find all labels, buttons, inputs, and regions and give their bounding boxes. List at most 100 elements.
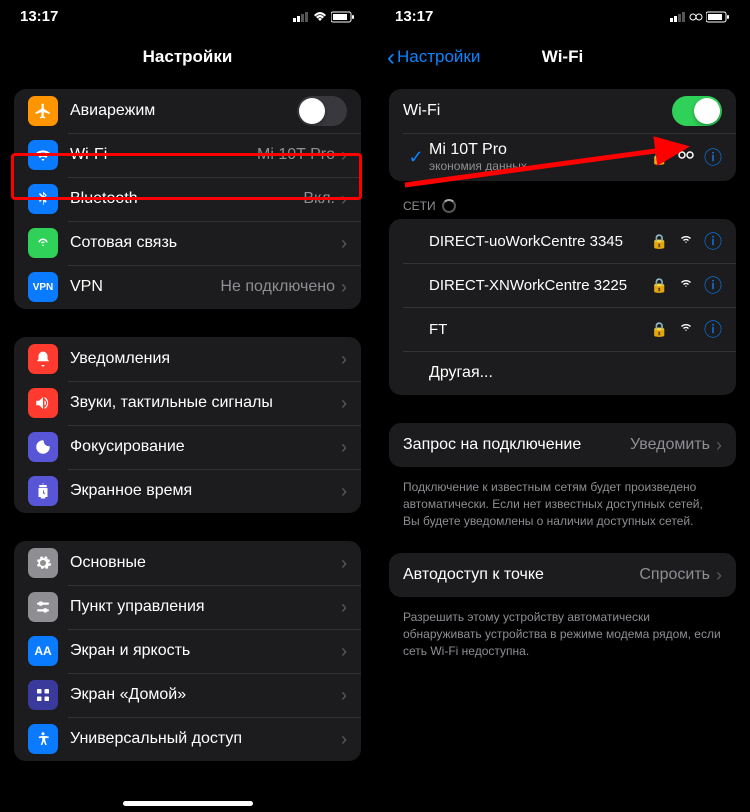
network-sub: экономия данных	[429, 159, 651, 173]
row-network[interactable]: DIRECT-uoWorkCentre 3345 🔒 ⓘ	[389, 219, 736, 263]
row-home-screen[interactable]: Экран «Домой» ›	[14, 673, 361, 717]
notifications-icon	[28, 344, 58, 374]
row-network[interactable]: FT 🔒 ⓘ	[389, 307, 736, 351]
chevron-right-icon: ›	[341, 233, 347, 254]
chevron-right-icon: ›	[341, 145, 347, 166]
network-icons: 🔒 ⓘ	[651, 144, 722, 170]
row-connected-network[interactable]: ✓ Mi 10T Pro экономия данных 🔒 ⓘ	[389, 133, 736, 181]
home-icon	[28, 680, 58, 710]
row-control-center[interactable]: Пункт управления ›	[14, 585, 361, 629]
row-focus[interactable]: Фокусирование ›	[14, 425, 361, 469]
row-auto-hotspot[interactable]: Автодоступ к точке Спросить ›	[389, 553, 736, 597]
row-display[interactable]: AA Экран и яркость ›	[14, 629, 361, 673]
row-wifi[interactable]: Wi-Fi Mi 10T Pro ›	[14, 133, 361, 177]
status-bar: 13:17	[375, 0, 750, 29]
status-time: 13:17	[395, 8, 433, 25]
header: ‹ Настройки Wi-Fi	[375, 29, 750, 89]
info-icon[interactable]: ⓘ	[704, 316, 722, 342]
row-label: Wi-Fi	[70, 146, 257, 164]
row-accessibility[interactable]: Универсальный доступ ›	[14, 717, 361, 761]
status-icons	[670, 11, 730, 23]
network-name: DIRECT-uoWorkCentre 3345	[429, 233, 651, 250]
row-label: Экран «Домой»	[70, 686, 341, 704]
link-icon	[678, 148, 694, 166]
chevron-right-icon: ›	[341, 481, 347, 502]
ask-group: Запрос на подключение Уведомить ›	[389, 423, 736, 467]
bluetooth-icon	[28, 184, 58, 214]
wifi-icon	[28, 140, 58, 170]
ask-label: Запрос на подключение	[403, 436, 630, 454]
vpn-icon: VPN	[28, 272, 58, 302]
display-icon: AA	[28, 636, 58, 666]
info-icon[interactable]: ⓘ	[704, 272, 722, 298]
row-notifications[interactable]: Уведомления ›	[14, 337, 361, 381]
back-label: Настройки	[397, 47, 480, 67]
row-label: Экранное время	[70, 482, 341, 500]
row-label: Основные	[70, 554, 341, 572]
hotspot-label: Автодоступ к точке	[403, 566, 639, 584]
row-vpn[interactable]: VPN VPN Не подключено ›	[14, 265, 361, 309]
status-time: 13:17	[20, 8, 58, 25]
ask-value: Уведомить	[630, 436, 710, 454]
general-icon	[28, 548, 58, 578]
row-cellular[interactable]: Сотовая связь ›	[14, 221, 361, 265]
wifi-signal-icon	[678, 232, 694, 250]
row-ask-to-join[interactable]: Запрос на подключение Уведомить ›	[389, 423, 736, 467]
row-general[interactable]: Основные ›	[14, 541, 361, 585]
accessibility-icon	[28, 724, 58, 754]
row-other-network[interactable]: Другая...	[389, 351, 736, 395]
chevron-right-icon: ›	[716, 435, 722, 456]
ask-footer: Подключение к известным сетям будет прои…	[375, 473, 750, 529]
settings-group-notifications: Уведомления › Звуки, тактильные сигналы …	[14, 337, 361, 513]
wifi-main-group: Wi-Fi ✓ Mi 10T Pro экономия данных 🔒 ⓘ	[389, 89, 736, 181]
row-label: Сотовая связь	[70, 234, 341, 252]
row-label: Экран и яркость	[70, 642, 341, 660]
focus-icon	[28, 432, 58, 462]
wifi-toggle[interactable]	[672, 96, 722, 126]
row-wifi-toggle: Wi-Fi	[389, 89, 736, 133]
page-title: Настройки	[0, 47, 375, 67]
wifi-label: Wi-Fi	[403, 102, 672, 120]
chevron-right-icon: ›	[341, 553, 347, 574]
checkmark-icon: ✓	[403, 147, 429, 168]
row-screentime[interactable]: Экранное время ›	[14, 469, 361, 513]
cellular-icon	[28, 228, 58, 258]
sounds-icon	[28, 388, 58, 418]
row-bluetooth[interactable]: Bluetooth Вкл. ›	[14, 177, 361, 221]
chevron-right-icon: ›	[341, 393, 347, 414]
lock-icon: 🔒	[651, 233, 668, 250]
chevron-right-icon: ›	[341, 597, 347, 618]
airplane-icon	[28, 96, 58, 126]
info-icon[interactable]: ⓘ	[704, 228, 722, 254]
connected-info: Mi 10T Pro экономия данных	[429, 141, 651, 173]
chevron-right-icon: ›	[341, 685, 347, 706]
status-icons	[293, 11, 355, 23]
lock-icon: 🔒	[651, 149, 668, 166]
wifi-screen: 13:17 ‹ Настройки Wi-Fi Wi-Fi ✓ Mi 10T P…	[375, 0, 750, 812]
back-button[interactable]: ‹ Настройки	[387, 47, 480, 67]
row-value: Не подключено	[220, 278, 335, 296]
home-indicator[interactable]	[123, 801, 253, 806]
wifi-signal-icon	[678, 276, 694, 294]
network-name: FT	[429, 321, 651, 338]
row-network[interactable]: DIRECT-XNWorkCentre 3225 🔒 ⓘ	[389, 263, 736, 307]
info-icon[interactable]: ⓘ	[704, 144, 722, 170]
chevron-left-icon: ‹	[387, 49, 395, 66]
chevron-right-icon: ›	[341, 729, 347, 750]
lock-icon: 🔒	[651, 321, 668, 338]
settings-group-connectivity: Авиарежим Wi-Fi Mi 10T Pro › Bluetooth В…	[14, 89, 361, 309]
chevron-right-icon: ›	[341, 277, 347, 298]
hotspot-value: Спросить	[639, 566, 710, 584]
wifi-signal-icon	[678, 320, 694, 338]
row-label: Уведомления	[70, 350, 341, 368]
row-label: Пункт управления	[70, 598, 341, 616]
networks-label: СЕТИ	[375, 199, 750, 219]
row-sounds[interactable]: Звуки, тактильные сигналы ›	[14, 381, 361, 425]
airplane-toggle[interactable]	[297, 96, 347, 126]
row-airplane[interactable]: Авиарежим	[14, 89, 361, 133]
chevron-right-icon: ›	[341, 349, 347, 370]
network-name: DIRECT-XNWorkCentre 3225	[429, 277, 651, 294]
chevron-right-icon: ›	[341, 437, 347, 458]
lock-icon: 🔒	[651, 277, 668, 294]
row-label: Bluetooth	[70, 190, 303, 208]
